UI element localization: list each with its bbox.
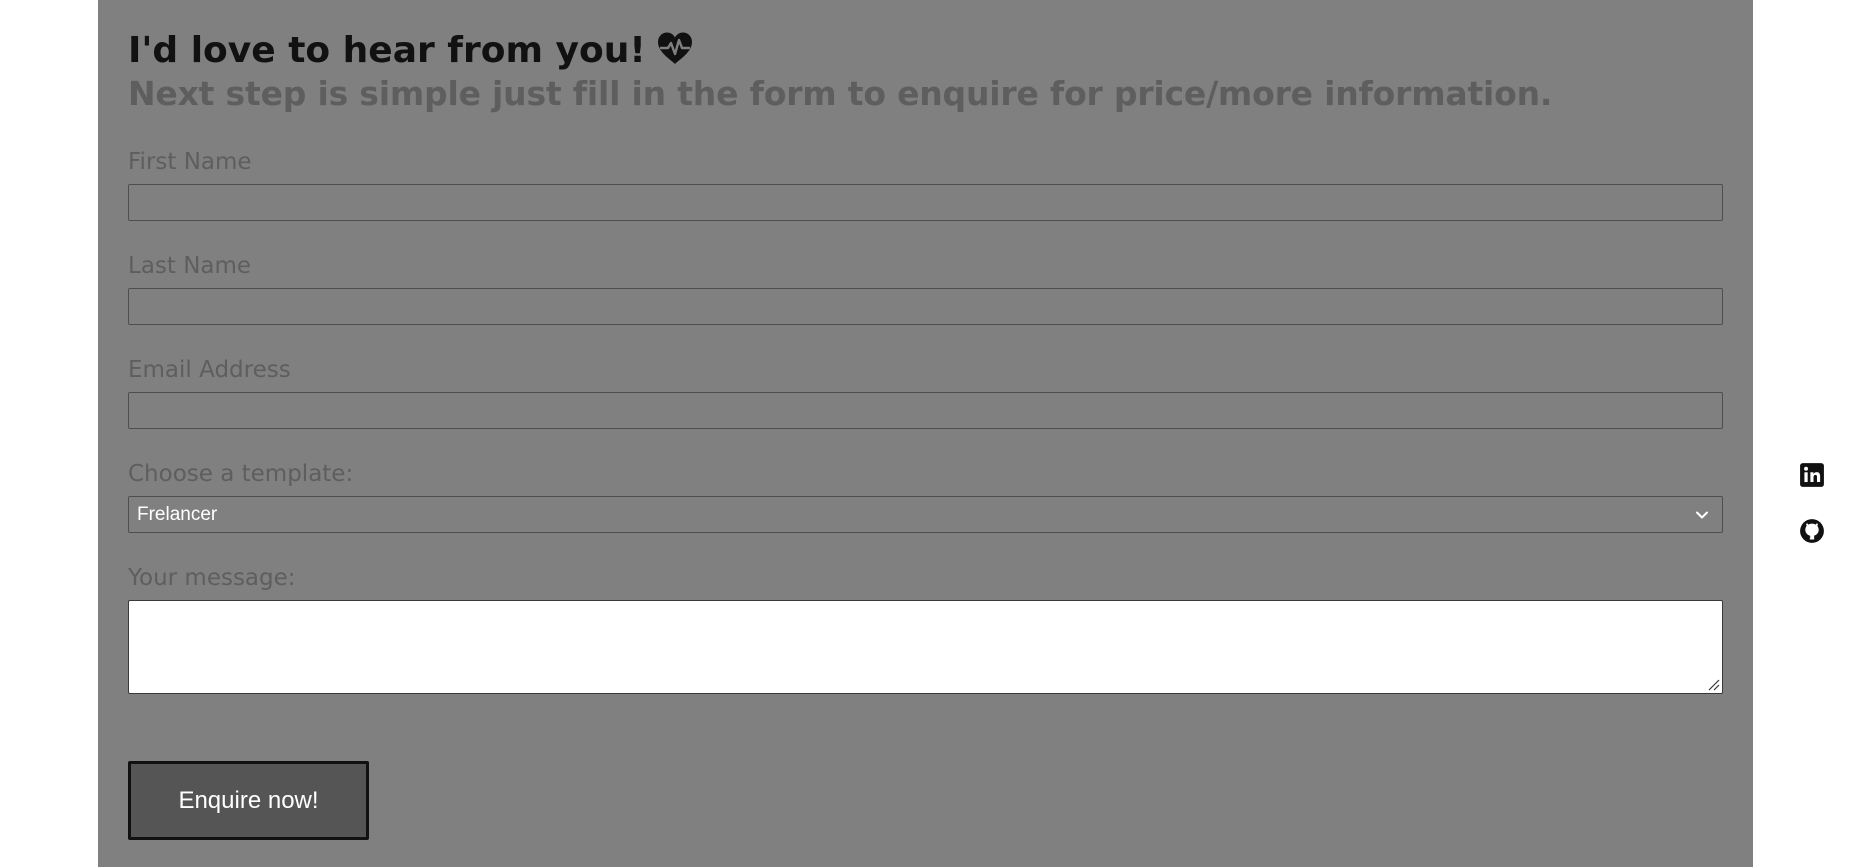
- message-label: Your message:: [128, 565, 296, 591]
- resize-handle-icon[interactable]: [1707, 678, 1720, 691]
- message-textarea[interactable]: [128, 600, 1723, 694]
- template-select[interactable]: Frelancer: [128, 496, 1723, 533]
- template-select-value: Frelancer: [137, 503, 218, 525]
- last-name-label: Last Name: [128, 253, 252, 279]
- last-name-field[interactable]: [128, 288, 1723, 325]
- chevron-down-icon: [1696, 511, 1708, 518]
- enquire-button[interactable]: Enquire now!: [128, 761, 369, 840]
- first-name-field[interactable]: [128, 184, 1723, 221]
- github-icon[interactable]: [1799, 518, 1825, 544]
- linkedin-icon[interactable]: [1799, 462, 1825, 488]
- email-field[interactable]: [128, 392, 1723, 429]
- contact-panel: I'd love to hear from you! Next step is …: [98, 0, 1753, 867]
- first-name-label: First Name: [128, 149, 252, 175]
- heart-pulse-icon: [656, 31, 694, 67]
- form-subheading: Next step is simple just fill in the for…: [128, 74, 1553, 113]
- form-heading: I'd love to hear from you!: [128, 28, 694, 74]
- form-heading-text: I'd love to hear from you!: [128, 30, 646, 71]
- email-label: Email Address: [128, 357, 291, 383]
- template-label: Choose a template:: [128, 461, 354, 487]
